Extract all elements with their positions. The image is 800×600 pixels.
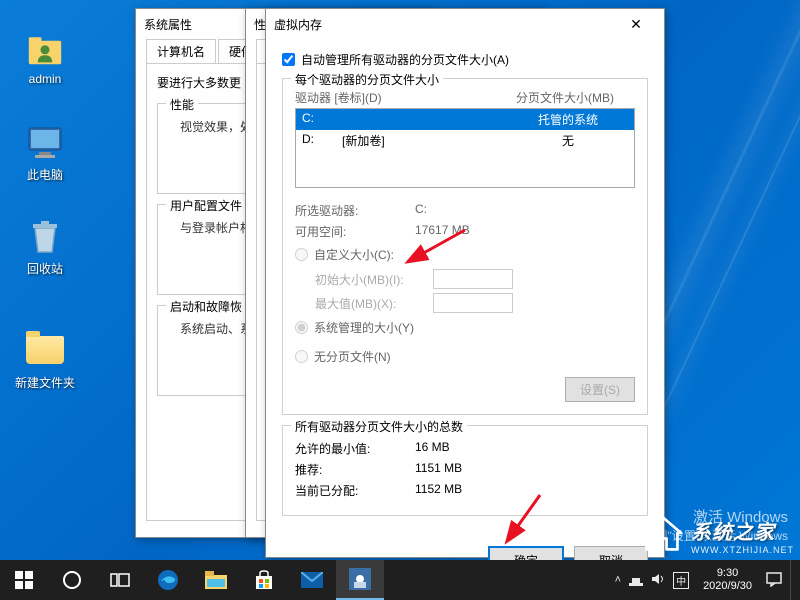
this-pc-icon: [25, 122, 65, 162]
auto-manage-checkbox-row[interactable]: 自动管理所有驱动器的分页文件大小(A): [282, 51, 648, 68]
desktop-icon-new-folder[interactable]: 新建文件夹: [8, 330, 82, 391]
radio-custom-input[interactable]: [295, 248, 308, 261]
free-space-value: 17617 MB: [415, 223, 470, 240]
desktop-icon-recycle-bin[interactable]: 回收站: [8, 216, 82, 277]
tab-computer-name[interactable]: 计算机名: [146, 39, 216, 63]
radio-no-paging-file[interactable]: 无分页文件(N): [295, 348, 391, 365]
radio-system-managed[interactable]: 系统管理的大小(Y): [295, 319, 635, 336]
group-user-profiles: 用户配置文件: [166, 197, 246, 214]
tray-volume-icon[interactable]: [651, 572, 665, 589]
user-folder-icon: [25, 28, 65, 68]
radio-none-input[interactable]: [295, 350, 308, 363]
set-button[interactable]: 设置(S): [565, 377, 635, 402]
window-title: 虚拟内存: [274, 16, 616, 33]
auto-manage-checkbox[interactable]: [282, 53, 295, 66]
max-size-input[interactable]: [433, 293, 513, 313]
max-size-label: 最大值(MB)(X):: [315, 295, 425, 312]
virtual-memory-dialog: 虚拟内存 ✕ 自动管理所有驱动器的分页文件大小(A) 每个驱动器的分页文件大小 …: [265, 8, 665, 558]
taskbar[interactable]: ˄ 中 9:30 2020/9/30: [0, 560, 800, 600]
brand-watermark: 系统之家 WWW.XTZHIJIA.NET: [639, 513, 794, 558]
titlebar[interactable]: 虚拟内存 ✕: [266, 9, 664, 39]
taskbar-store-icon[interactable]: [240, 560, 288, 600]
start-button[interactable]: [0, 560, 48, 600]
drive-list[interactable]: C: 托管的系统 D: [新加卷] 无: [295, 108, 635, 188]
taskbar-settings-icon[interactable]: [336, 560, 384, 600]
action-center-icon[interactable]: [766, 571, 782, 590]
desktop-icon-label: 新建文件夹: [8, 374, 82, 391]
tray-chevron-up-icon[interactable]: ˄: [615, 574, 621, 586]
col-header-size: 分页文件大小(MB): [495, 89, 635, 106]
taskbar-mail-icon[interactable]: [288, 560, 336, 600]
taskbar-edge-icon[interactable]: [144, 560, 192, 600]
selected-drive-label: 所选驱动器:: [295, 202, 415, 219]
desktop-icon-label: 回收站: [8, 260, 82, 277]
taskbar-clock[interactable]: 9:30 2020/9/30: [697, 567, 758, 593]
desktop-icon-this-pc[interactable]: 此电脑: [8, 122, 82, 183]
system-tray[interactable]: ˄ 中 9:30 2020/9/30: [615, 560, 800, 600]
desktop-icon-label: admin: [8, 72, 82, 86]
taskbar-file-explorer-icon[interactable]: [192, 560, 240, 600]
cur-label: 当前已分配:: [295, 482, 415, 499]
min-label: 允许的最小值:: [295, 440, 415, 457]
cortana-search-button[interactable]: [48, 560, 96, 600]
rec-label: 推荐:: [295, 461, 415, 478]
initial-size-label: 初始大小(MB)(I):: [315, 271, 425, 288]
radio-system-input[interactable]: [295, 321, 308, 334]
rec-value: 1151 MB: [415, 461, 462, 478]
house-icon: [639, 513, 685, 558]
fieldset-legend: 每个驱动器的分页文件大小: [291, 71, 443, 88]
drive-row[interactable]: C: 托管的系统: [296, 109, 634, 130]
col-header-drive: 驱动器 [卷标](D): [295, 89, 495, 106]
initial-size-input[interactable]: [433, 269, 513, 289]
tray-network-icon[interactable]: [629, 572, 643, 589]
show-desktop-button[interactable]: [790, 560, 796, 600]
radio-custom-size[interactable]: 自定义大小(C):: [295, 246, 635, 263]
folder-icon: [25, 330, 65, 370]
brand-text: 系统之家: [691, 522, 775, 544]
totals-fieldset: 所有驱动器分页文件大小的总数 允许的最小值:16 MB 推荐:1151 MB 当…: [282, 425, 648, 516]
group-startup-recovery: 启动和故障恢: [166, 298, 246, 315]
min-value: 16 MB: [415, 440, 450, 457]
drive-row[interactable]: D: [新加卷] 无: [296, 130, 634, 151]
recycle-bin-icon: [25, 216, 65, 256]
brand-sub: WWW.XTZHIJIA.NET: [691, 545, 794, 555]
auto-manage-label: 自动管理所有驱动器的分页文件大小(A): [301, 51, 509, 68]
tray-ime-icon[interactable]: 中: [673, 572, 689, 589]
group-performance: 性能: [166, 96, 198, 113]
close-button[interactable]: ✕: [616, 10, 656, 38]
fieldset-legend: 所有驱动器分页文件大小的总数: [291, 418, 467, 435]
selected-drive-value: C:: [415, 202, 427, 219]
free-space-label: 可用空间:: [295, 223, 415, 240]
desktop-icon-admin[interactable]: admin: [8, 28, 82, 86]
task-view-button[interactable]: [96, 560, 144, 600]
per-drive-fieldset: 每个驱动器的分页文件大小 驱动器 [卷标](D) 分页文件大小(MB) C: 托…: [282, 78, 648, 415]
desktop-icon-label: 此电脑: [8, 166, 82, 183]
cur-value: 1152 MB: [415, 482, 462, 499]
